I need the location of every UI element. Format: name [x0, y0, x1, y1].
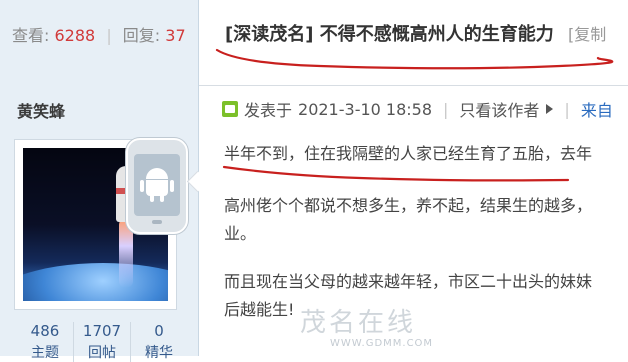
stat-label: 精华 [145, 345, 173, 361]
author-name[interactable]: 黄笑蜂 [17, 98, 65, 122]
stat-label: 主题 [31, 345, 59, 361]
copy-link[interactable]: [复制 [568, 25, 606, 44]
online-status-icon [222, 101, 238, 117]
watermark-url: WWW.GDMM.COM [330, 338, 434, 349]
phone-screen [134, 154, 180, 216]
header-divider [199, 85, 628, 86]
replies-count: 37 [165, 26, 186, 45]
stat-value: 486 [30, 322, 60, 340]
views-label: 查看: [12, 26, 50, 45]
profile-stat-digest[interactable]: 0 精华 [131, 322, 187, 362]
meta-divider: | [564, 99, 570, 119]
thread-title-text: [深读茂名] 不得不感慨高州人的生育能力 [225, 24, 554, 45]
posted-prefix: 发表于 [244, 101, 293, 120]
profile-stats: 486 主题 1707 回帖 0 精华 [17, 322, 187, 362]
paragraph-line: 高州佬个个都说不想多生，养不起，结果生的越多， [224, 196, 593, 215]
stat-label: 回帖 [88, 345, 116, 361]
paragraph-line: 业。 [224, 224, 257, 243]
title-underline-stroke [215, 48, 614, 70]
meta-divider: | [443, 99, 449, 119]
profile-stat-topics[interactable]: 486 主题 [17, 322, 73, 362]
views-count: 6288 [54, 26, 96, 45]
caret-right-icon[interactable] [546, 104, 554, 114]
only-author-link[interactable]: 只看该作者 [459, 97, 539, 121]
stat-value: 1707 [82, 322, 122, 340]
stat-value: 0 [154, 322, 164, 340]
post-datetime: 2021-3-10 18:58 [298, 99, 433, 119]
thread-title: [深读茂名] 不得不感慨高州人的生育能力 [复制 [225, 20, 606, 46]
watermark-logo: 茂名在线 [300, 308, 417, 338]
source-link[interactable]: 来自 [581, 97, 613, 121]
stats-divider: | [106, 26, 112, 45]
phone-home-button [152, 220, 162, 224]
profile-stat-replies[interactable]: 1707 回帖 [74, 322, 130, 362]
android-client-badge-icon[interactable] [126, 138, 188, 234]
post-meta: 发表于 2021-3-10 18:58 | 只看该作者 | 来自 [222, 97, 613, 121]
site-watermark: 茂名在线 WWW.GDMM.COM [300, 302, 432, 349]
post-paragraph: 高州佬个个都说不想多生，养不起，结果生的越多， 业。 [224, 192, 628, 248]
paragraph-line: 而且现在当父母的越来越年轻，市区二十出头的妹妹 [224, 272, 593, 291]
android-robot-icon [140, 168, 174, 202]
paragraph-line: 后越能生! [224, 300, 295, 319]
thread-stats: 查看: 6288 | 回复: 37 [12, 22, 186, 46]
post-paragraph: 半年不到，住在我隔壁的人家已经生育了五胎，去年 [224, 144, 593, 163]
post-paragraph: 而且现在当父母的越来越年轻，市区二十出头的妹妹 后越能生! [224, 268, 628, 324]
earth-horizon-graphic [23, 263, 168, 301]
paragraph-underline-stroke [222, 165, 570, 182]
replies-label: 回复: [122, 26, 161, 45]
